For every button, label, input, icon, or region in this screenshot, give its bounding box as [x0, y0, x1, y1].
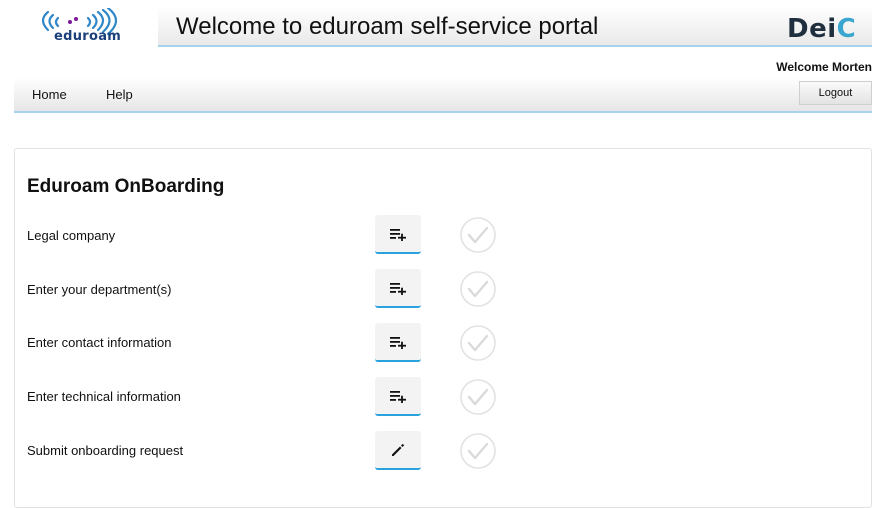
- deic-logo: DeiC: [787, 14, 856, 44]
- eduroam-logo[interactable]: eduroam: [14, 8, 158, 47]
- playlist-add-icon: [390, 228, 406, 241]
- step-label-technical-information: Enter technical information: [27, 389, 181, 404]
- step-label-contact-information: Enter contact information: [27, 335, 172, 350]
- add-legal-company-button[interactable]: [375, 215, 421, 254]
- check-circle-icon: [460, 433, 496, 469]
- add-departments-button[interactable]: [375, 269, 421, 308]
- playlist-add-icon: [390, 390, 406, 403]
- submit-request-button[interactable]: [375, 431, 421, 470]
- logo-text: eduroam: [54, 29, 122, 44]
- add-contact-information-button[interactable]: [375, 323, 421, 362]
- brand-suffix: C: [836, 14, 857, 44]
- page-title: Welcome to eduroam self-service portal: [176, 13, 599, 40]
- check-circle-icon: [460, 217, 496, 253]
- check-circle-icon: [460, 325, 496, 361]
- logout-button[interactable]: Logout: [799, 81, 872, 105]
- step-label-legal-company: Legal company: [27, 228, 116, 243]
- pencil-icon: [392, 443, 404, 456]
- step-label-submit-request: Submit onboarding request: [27, 443, 184, 458]
- check-circle-icon: [460, 271, 496, 307]
- welcome-user: Welcome Morten: [776, 60, 872, 74]
- add-technical-information-button[interactable]: [375, 377, 421, 416]
- brand-prefix: Dei: [787, 14, 837, 44]
- onboarding-title: Eduroam OnBoarding: [27, 176, 225, 197]
- playlist-add-icon: [390, 282, 406, 295]
- check-circle-icon: [460, 379, 496, 415]
- nav-bar: Home Help Logout: [14, 77, 872, 113]
- nav-item-home[interactable]: Home: [32, 87, 67, 102]
- step-label-departments: Enter your department(s): [27, 282, 172, 297]
- playlist-add-icon: [390, 336, 406, 349]
- nav-item-help[interactable]: Help: [106, 87, 133, 102]
